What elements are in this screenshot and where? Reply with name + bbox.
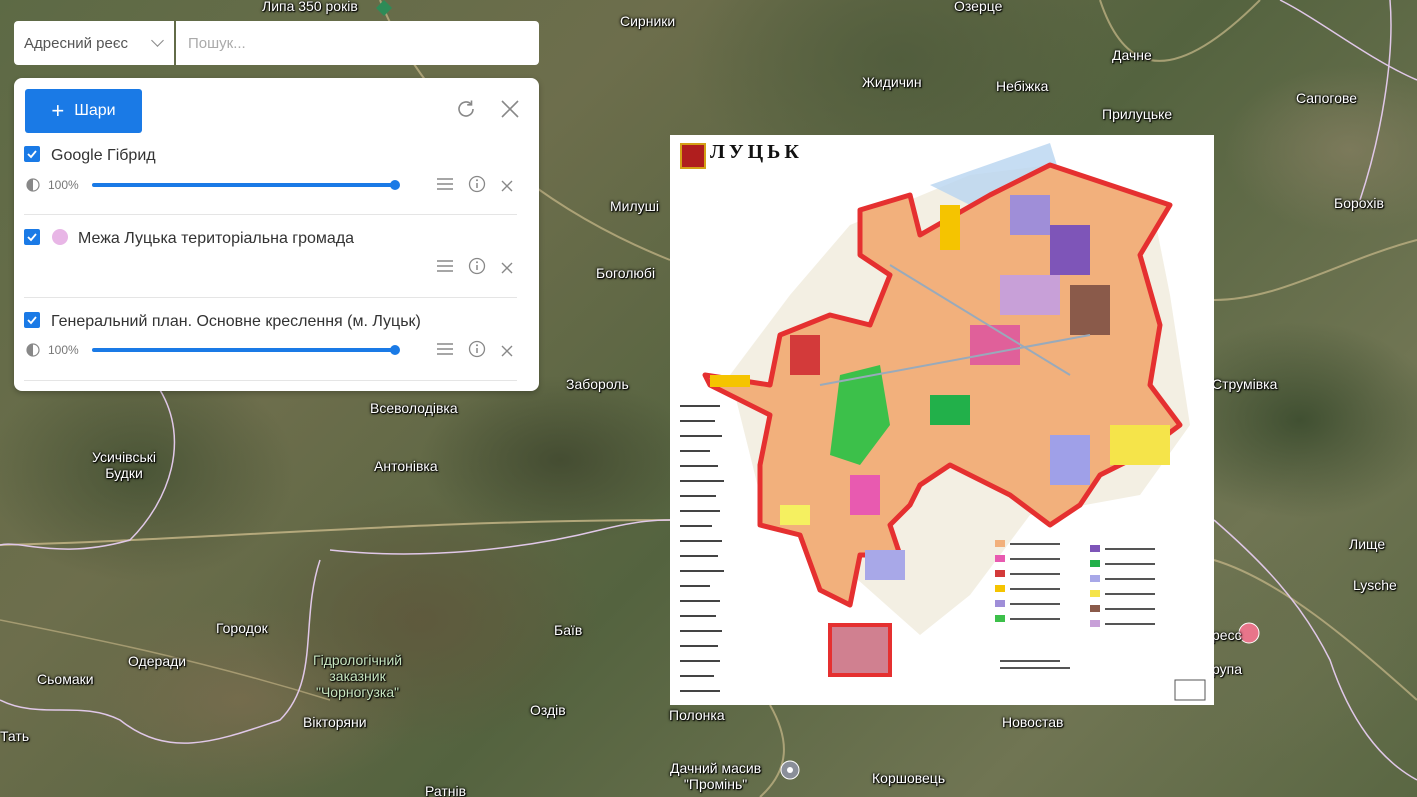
map-label: Струмівка bbox=[1212, 376, 1278, 392]
map-label: Городок bbox=[216, 620, 268, 636]
menu-icon[interactable] bbox=[436, 257, 454, 275]
search-input[interactable] bbox=[176, 21, 539, 65]
map-label: Липа 350 років bbox=[262, 0, 358, 14]
map-label: Гідрологічний заказник "Чорногузка" bbox=[313, 652, 403, 700]
map-label: Озерце bbox=[954, 0, 1003, 14]
slider-thumb[interactable] bbox=[390, 180, 400, 190]
map-label: Сьомаки bbox=[37, 671, 94, 687]
opacity-value: 100% bbox=[48, 343, 79, 357]
add-layers-button[interactable]: + Шари bbox=[25, 89, 142, 133]
opacity-slider[interactable] bbox=[92, 345, 400, 355]
check-icon bbox=[27, 150, 37, 159]
map-label: Коршовець bbox=[872, 770, 946, 786]
map-label: Дачне bbox=[1112, 47, 1152, 63]
registry-select-value: Адресний реєс bbox=[24, 34, 128, 52]
add-layers-label: Шари bbox=[74, 102, 116, 119]
map-label: Баїв bbox=[554, 622, 583, 638]
divider bbox=[24, 214, 517, 215]
general-plan-drawing bbox=[680, 143, 1206, 701]
layer-item-google-hybrid: Google Гібрид 100% bbox=[24, 144, 517, 215]
opacity-icon bbox=[26, 343, 40, 357]
map-label: Одеради bbox=[128, 653, 187, 669]
layer-name: Межа Луцька територіальна громада bbox=[78, 230, 355, 247]
check-icon bbox=[27, 316, 37, 325]
info-icon[interactable] bbox=[468, 340, 486, 358]
search-bar: Адресний реєс bbox=[14, 21, 539, 65]
slider-thumb[interactable] bbox=[390, 345, 400, 355]
close-icon[interactable] bbox=[499, 98, 521, 120]
layer-name: Генеральний план. Основне креслення (м. … bbox=[51, 313, 421, 330]
map-label: Боголюбі bbox=[596, 265, 656, 281]
layers-panel: + Шари Google Гібрид 100% Межа Луцька те… bbox=[14, 78, 539, 391]
map-label: Ратнів bbox=[425, 783, 467, 797]
layer-item-general-plan: Генеральний план. Основне креслення (м. … bbox=[24, 311, 517, 381]
refresh-icon[interactable] bbox=[455, 98, 477, 120]
opacity-value: 100% bbox=[48, 178, 79, 192]
registry-select[interactable]: Адресний реєс bbox=[14, 21, 174, 65]
map-label: Небіжка bbox=[996, 78, 1049, 94]
layer-name: Google Гібрид bbox=[51, 147, 156, 164]
layer-checkbox[interactable] bbox=[24, 146, 40, 162]
map-label: Прилуцьке bbox=[1102, 106, 1173, 122]
map-label: Милуші bbox=[610, 198, 659, 214]
map-label: Оздів bbox=[530, 702, 566, 718]
map-label: Лище bbox=[1349, 536, 1386, 552]
map-label: рупа bbox=[1212, 661, 1242, 677]
map-label: Забороль bbox=[566, 376, 629, 392]
opacity-icon bbox=[26, 178, 40, 192]
check-icon bbox=[27, 233, 37, 242]
map-label: Антонівка bbox=[374, 458, 438, 474]
map-label: Вікторяни bbox=[303, 714, 367, 730]
map-label: Всеволодівка bbox=[370, 400, 458, 416]
lutsk-coat-of-arms-icon bbox=[680, 143, 706, 169]
layer-checkbox[interactable] bbox=[24, 312, 40, 328]
map-label: Новостав bbox=[1002, 714, 1064, 730]
layer-item-lutsk-boundary: Межа Луцька територіальна громада bbox=[24, 228, 517, 298]
map-label: Сирники bbox=[620, 13, 676, 29]
layer-checkbox[interactable] bbox=[24, 229, 40, 245]
opacity-slider[interactable] bbox=[92, 180, 400, 190]
close-icon[interactable] bbox=[498, 177, 516, 195]
menu-icon[interactable] bbox=[436, 340, 454, 358]
map-label: Полонка bbox=[669, 707, 725, 723]
map-label: Тать bbox=[0, 728, 30, 744]
menu-icon[interactable] bbox=[436, 175, 454, 193]
map-label: Усичівські Будки bbox=[92, 449, 156, 481]
divider bbox=[24, 380, 517, 381]
map-label: Lysche bbox=[1353, 577, 1397, 593]
close-icon[interactable] bbox=[498, 259, 516, 277]
layer-color-swatch bbox=[52, 229, 68, 245]
info-icon[interactable] bbox=[468, 257, 486, 275]
map-label: Сапогове bbox=[1296, 90, 1358, 106]
close-icon[interactable] bbox=[498, 342, 516, 360]
divider bbox=[24, 297, 517, 298]
general-plan-image: ЛУЦЬК bbox=[670, 135, 1214, 705]
info-icon[interactable] bbox=[468, 175, 486, 193]
map-label: Жидичин bbox=[862, 74, 922, 90]
map-label: Дачний масив "Промінь" bbox=[670, 760, 762, 792]
map-label: Борохів bbox=[1334, 195, 1384, 211]
plan-title: ЛУЦЬК bbox=[710, 141, 803, 163]
chevron-down-icon bbox=[151, 34, 164, 47]
map-label: ресс bbox=[1212, 627, 1242, 643]
plus-icon: + bbox=[51, 98, 65, 123]
